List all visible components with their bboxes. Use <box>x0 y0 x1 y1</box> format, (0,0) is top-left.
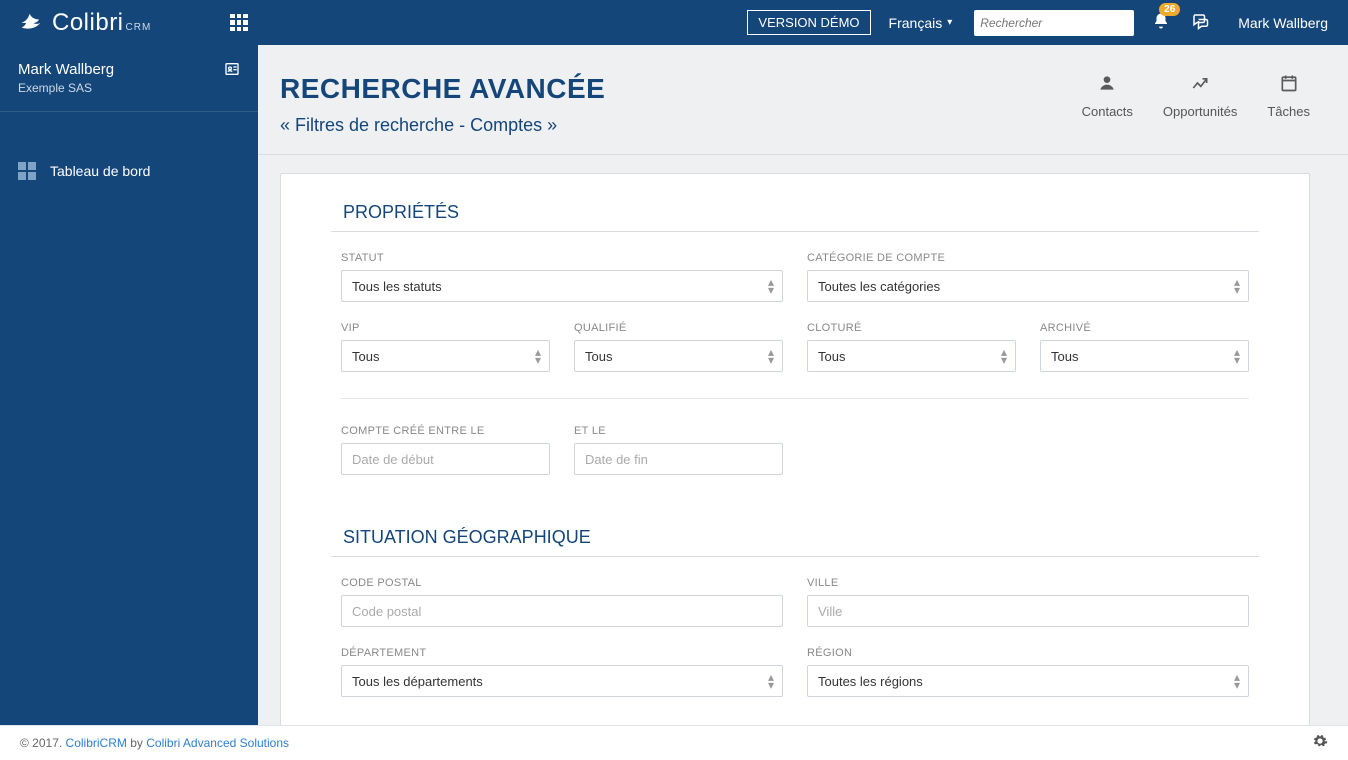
field-region: RÉGION Toutes les régions ▴▾ <box>807 647 1249 697</box>
quicklink-opportunities[interactable]: Opportunités <box>1163 73 1237 136</box>
divider <box>341 398 1249 399</box>
sort-icon: ▴▾ <box>768 348 774 364</box>
field-categorie: CATÉGORIE DE COMPTE Toutes les catégorie… <box>807 252 1249 302</box>
apps-grid-icon[interactable] <box>230 14 248 32</box>
search-input[interactable] <box>980 16 1137 30</box>
field-code-postal: CODE POSTAL <box>341 577 783 627</box>
top-bar: Colibri CRM VERSION DÉMO Français ▾ 26 M… <box>0 0 1348 45</box>
section-properties-title: PROPRIÉTÉS <box>331 196 1259 232</box>
sidebar: Mark Wallberg Exemple SAS Tableau de bor… <box>0 45 258 725</box>
field-statut: STATUT Tous les statuts ▴▾ <box>341 252 783 302</box>
quicklink-tasks[interactable]: Tâches <box>1267 73 1310 136</box>
input-code-postal[interactable] <box>352 604 772 619</box>
logo-subtext: CRM <box>126 22 152 33</box>
quicklink-contacts[interactable]: Contacts <box>1082 73 1133 136</box>
search-box[interactable] <box>974 10 1134 36</box>
input-date-to-wrap <box>574 443 783 475</box>
sidebar-item-label: Tableau de bord <box>50 163 150 179</box>
select-archive[interactable]: Tous ▴▾ <box>1040 340 1249 372</box>
gear-icon <box>1312 733 1328 749</box>
chat-icon <box>1190 12 1210 30</box>
vcard-icon[interactable] <box>224 61 240 82</box>
field-qualifie: QUALIFIÉ Tous ▴▾ <box>574 322 783 372</box>
input-ville-wrap <box>807 595 1249 627</box>
sort-icon: ▴▾ <box>768 278 774 294</box>
select-departement[interactable]: Tous les départements ▴▾ <box>341 665 783 697</box>
sidebar-user-company: Exemple SAS <box>18 81 114 95</box>
page-subtitle: « Filtres de recherche - Comptes » <box>280 115 605 136</box>
notification-badge: 26 <box>1159 3 1180 16</box>
sort-icon: ▴▾ <box>1234 348 1240 364</box>
sort-icon: ▴▾ <box>1001 348 1007 364</box>
chevron-down-icon: ▾ <box>947 17 952 28</box>
bird-icon <box>18 9 46 37</box>
select-region[interactable]: Toutes les régions ▴▾ <box>807 665 1249 697</box>
field-archive: ARCHIVÉ Tous ▴▾ <box>1040 322 1249 372</box>
quick-links: Contacts Opportunités Tâches <box>1082 73 1310 136</box>
contacts-icon <box>1082 73 1133 98</box>
page-header: RECHERCHE AVANCÉE « Filtres de recherche… <box>258 45 1348 155</box>
tasks-icon <box>1267 73 1310 98</box>
version-button[interactable]: VERSION DÉMO <box>747 10 870 35</box>
field-cloture: CLOTURÉ Tous ▴▾ <box>807 322 1016 372</box>
sidebar-user-name: Mark Wallberg <box>18 61 114 78</box>
input-date-from[interactable] <box>352 452 539 467</box>
footer: © 2017. ColibriCRM by Colibri Advanced S… <box>0 725 1348 760</box>
notifications-button[interactable]: 26 <box>1152 12 1170 33</box>
footer-copyright: © 2017. <box>20 736 66 750</box>
footer-by: by <box>130 736 146 750</box>
dashboard-icon <box>18 162 36 180</box>
chat-button[interactable] <box>1190 12 1210 33</box>
field-ville: VILLE <box>807 577 1249 627</box>
input-date-from-wrap <box>341 443 550 475</box>
page-title: RECHERCHE AVANCÉE <box>280 73 605 105</box>
language-label: Français <box>889 15 943 31</box>
field-departement: DÉPARTEMENT Tous les départements ▴▾ <box>341 647 783 697</box>
input-cp-wrap <box>341 595 783 627</box>
sidebar-user-block: Mark Wallberg Exemple SAS <box>0 45 258 112</box>
input-date-to[interactable] <box>585 452 772 467</box>
logo-text: Colibri <box>52 9 124 37</box>
select-categorie[interactable]: Toutes les catégories ▴▾ <box>807 270 1249 302</box>
sort-icon: ▴▾ <box>1234 278 1240 294</box>
section-geo-title: SITUATION GÉOGRAPHIQUE <box>331 521 1259 557</box>
field-vip: VIP Tous ▴▾ <box>341 322 550 372</box>
select-cloture[interactable]: Tous ▴▾ <box>807 340 1016 372</box>
field-date-to: ET LE <box>574 425 783 475</box>
sort-icon: ▴▾ <box>535 348 541 364</box>
opportunities-icon <box>1163 73 1237 98</box>
footer-link-product[interactable]: ColibriCRM <box>66 736 127 750</box>
input-ville[interactable] <box>818 604 1238 619</box>
language-selector[interactable]: Français ▾ <box>889 15 953 31</box>
field-date-from: COMPTE CRÉÉ ENTRE LE <box>341 425 550 475</box>
sidebar-nav: Tableau de bord <box>0 152 258 190</box>
settings-button[interactable] <box>1312 733 1328 754</box>
select-statut[interactable]: Tous les statuts ▴▾ <box>341 270 783 302</box>
sort-icon: ▴▾ <box>1234 673 1240 689</box>
sidebar-item-dashboard[interactable]: Tableau de bord <box>0 152 258 190</box>
select-qualifie[interactable]: Tous ▴▾ <box>574 340 783 372</box>
main-content: RECHERCHE AVANCÉE « Filtres de recherche… <box>258 45 1348 725</box>
select-vip[interactable]: Tous ▴▾ <box>341 340 550 372</box>
footer-link-company[interactable]: Colibri Advanced Solutions <box>146 736 289 750</box>
logo[interactable]: Colibri CRM <box>0 9 210 37</box>
user-menu[interactable]: Mark Wallberg <box>1238 15 1328 31</box>
sort-icon: ▴▾ <box>768 673 774 689</box>
search-panel: PROPRIÉTÉS STATUT Tous les statuts ▴▾ CA… <box>280 173 1310 725</box>
search-icon[interactable] <box>1137 14 1151 31</box>
